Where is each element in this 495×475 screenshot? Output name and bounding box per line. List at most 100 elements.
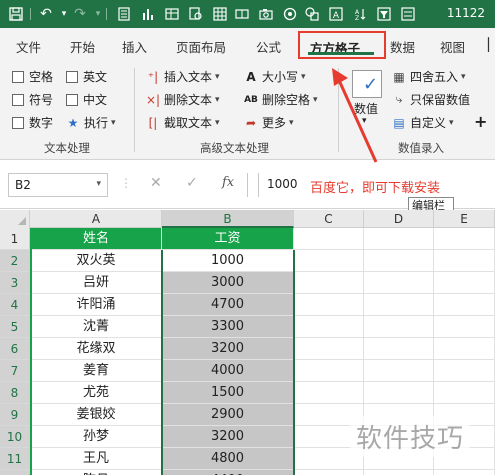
empty-cell[interactable]: [294, 250, 364, 272]
header-cell-salary[interactable]: 工资: [162, 228, 294, 250]
tab-formulas[interactable]: 公式: [256, 37, 281, 56]
empty-cell[interactable]: [434, 294, 495, 316]
column-header-d[interactable]: D: [364, 210, 434, 228]
empty-cell[interactable]: [294, 360, 364, 382]
row-header[interactable]: 1: [0, 228, 30, 250]
camera-icon[interactable]: [256, 4, 276, 24]
round-button[interactable]: ▦ 四舍五入 ▾: [392, 68, 465, 85]
tab-home[interactable]: 开始: [70, 37, 95, 56]
cell-salary[interactable]: 3200: [162, 426, 294, 448]
save-icon[interactable]: [6, 4, 26, 24]
row-header[interactable]: 8: [0, 382, 30, 404]
insert-text-button[interactable]: ⁺| 插入文本 ▾: [146, 68, 220, 85]
cell-name[interactable]: 许阳涌: [31, 294, 162, 316]
cell-name[interactable]: 花缘双: [31, 338, 162, 360]
enter-icon[interactable]: ✓: [186, 175, 198, 191]
row-header[interactable]: 10: [0, 426, 30, 448]
empty-cell[interactable]: [434, 250, 495, 272]
empty-cell[interactable]: [364, 294, 434, 316]
record-icon[interactable]: [280, 4, 300, 24]
delete-text-button[interactable]: ×| 删除文本 ▾: [146, 91, 220, 108]
cell-name[interactable]: 吕妍: [31, 272, 162, 294]
table-icon[interactable]: [162, 4, 182, 24]
empty-cell[interactable]: [294, 294, 364, 316]
checkbox-symbol[interactable]: 符号: [12, 91, 53, 108]
cell-salary[interactable]: 3200: [162, 338, 294, 360]
tab-data[interactable]: 数据: [390, 37, 415, 56]
undo-icon[interactable]: ↶: [36, 4, 56, 24]
row-header[interactable]: 11: [0, 448, 30, 470]
column-header-b[interactable]: B: [162, 210, 294, 228]
empty-cell[interactable]: [434, 470, 495, 475]
checkbox-icon[interactable]: [66, 93, 78, 106]
cell-salary[interactable]: 4400: [162, 470, 294, 475]
checkbox-icon[interactable]: [12, 116, 24, 129]
empty-cell[interactable]: [434, 316, 495, 338]
cell-salary[interactable]: 2900: [162, 404, 294, 426]
name-box[interactable]: B2 ▾: [8, 173, 108, 197]
row-header[interactable]: 12: [0, 470, 30, 475]
shapes-icon[interactable]: [302, 4, 322, 24]
grid-icon[interactable]: [210, 4, 230, 24]
cell-salary[interactable]: 3300: [162, 316, 294, 338]
empty-cell[interactable]: [364, 272, 434, 294]
empty-cell[interactable]: [364, 316, 434, 338]
chevron-down-icon[interactable]: ▾: [96, 179, 101, 189]
column-header-c[interactable]: C: [294, 210, 364, 228]
tab-view[interactable]: 视图: [440, 37, 465, 56]
checkbox-number[interactable]: 数字: [12, 114, 53, 131]
cell-name[interactable]: 孙梦: [31, 426, 162, 448]
cell-salary[interactable]: 4000: [162, 360, 294, 382]
row-header[interactable]: 2: [0, 250, 30, 272]
cell-name[interactable]: 双火英: [31, 250, 162, 272]
more-button[interactable]: ➦ 更多 ▾: [244, 114, 294, 131]
redo-icon[interactable]: ↷: [70, 4, 90, 24]
select-all-corner[interactable]: [0, 210, 30, 228]
empty-cell[interactable]: [364, 382, 434, 404]
execute-button[interactable]: ★ 执行 ▾: [66, 114, 116, 131]
tab-insert[interactable]: 插入: [122, 37, 147, 56]
empty-cell[interactable]: [294, 382, 364, 404]
checkbox-space[interactable]: 空格: [12, 68, 53, 85]
empty-cell[interactable]: [434, 382, 495, 404]
cell-salary[interactable]: 4800: [162, 448, 294, 470]
cell-name[interactable]: 沈菁: [31, 316, 162, 338]
empty-cell[interactable]: [294, 272, 364, 294]
more-quick-access-icon[interactable]: [398, 4, 418, 24]
cell-name[interactable]: 尤苑: [31, 382, 162, 404]
custom-button[interactable]: ▤ 自定义 ▾: [392, 114, 453, 131]
tab-overflow-icon[interactable]: ▏: [488, 37, 495, 52]
extract-text-button[interactable]: [| 截取文本 ▾: [146, 114, 220, 131]
empty-cell[interactable]: [294, 316, 364, 338]
cell-name[interactable]: 姜育: [31, 360, 162, 382]
cell-salary[interactable]: 1000: [162, 250, 294, 272]
empty-cell[interactable]: [294, 338, 364, 360]
row-header[interactable]: 6: [0, 338, 30, 360]
insert-function-icon[interactable]: fx: [222, 175, 234, 190]
column-header-e[interactable]: E: [434, 210, 495, 228]
empty-cell[interactable]: [434, 272, 495, 294]
tab-file[interactable]: 文件: [16, 37, 41, 56]
checkbox-icon[interactable]: [66, 70, 78, 83]
empty-cell[interactable]: [294, 470, 364, 475]
empty-cell[interactable]: [364, 470, 434, 475]
row-header[interactable]: 7: [0, 360, 30, 382]
row-header[interactable]: 5: [0, 316, 30, 338]
empty-cell[interactable]: [434, 338, 495, 360]
checkbox-icon[interactable]: [12, 70, 24, 83]
plus-icon[interactable]: +: [474, 112, 487, 131]
drag-handle-icon[interactable]: ⋮: [120, 176, 132, 190]
cell-name[interactable]: 姜银姣: [31, 404, 162, 426]
cancel-icon[interactable]: ✕: [150, 175, 162, 191]
empty-cell[interactable]: [294, 228, 364, 250]
checkbox-english[interactable]: 英文: [66, 68, 107, 85]
empty-cell[interactable]: [434, 360, 495, 382]
cell-salary[interactable]: 3000: [162, 272, 294, 294]
redo-dropdown-icon[interactable]: ▾: [88, 4, 108, 24]
checkbox-icon[interactable]: [12, 93, 24, 106]
merge-icon[interactable]: [232, 4, 252, 24]
filter-icon[interactable]: [374, 4, 394, 24]
empty-cell[interactable]: [434, 228, 495, 250]
keep-values-button[interactable]: ⤷ 只保留数值: [392, 91, 470, 108]
tab-fangfanggezi[interactable]: 方方格子: [298, 31, 386, 59]
